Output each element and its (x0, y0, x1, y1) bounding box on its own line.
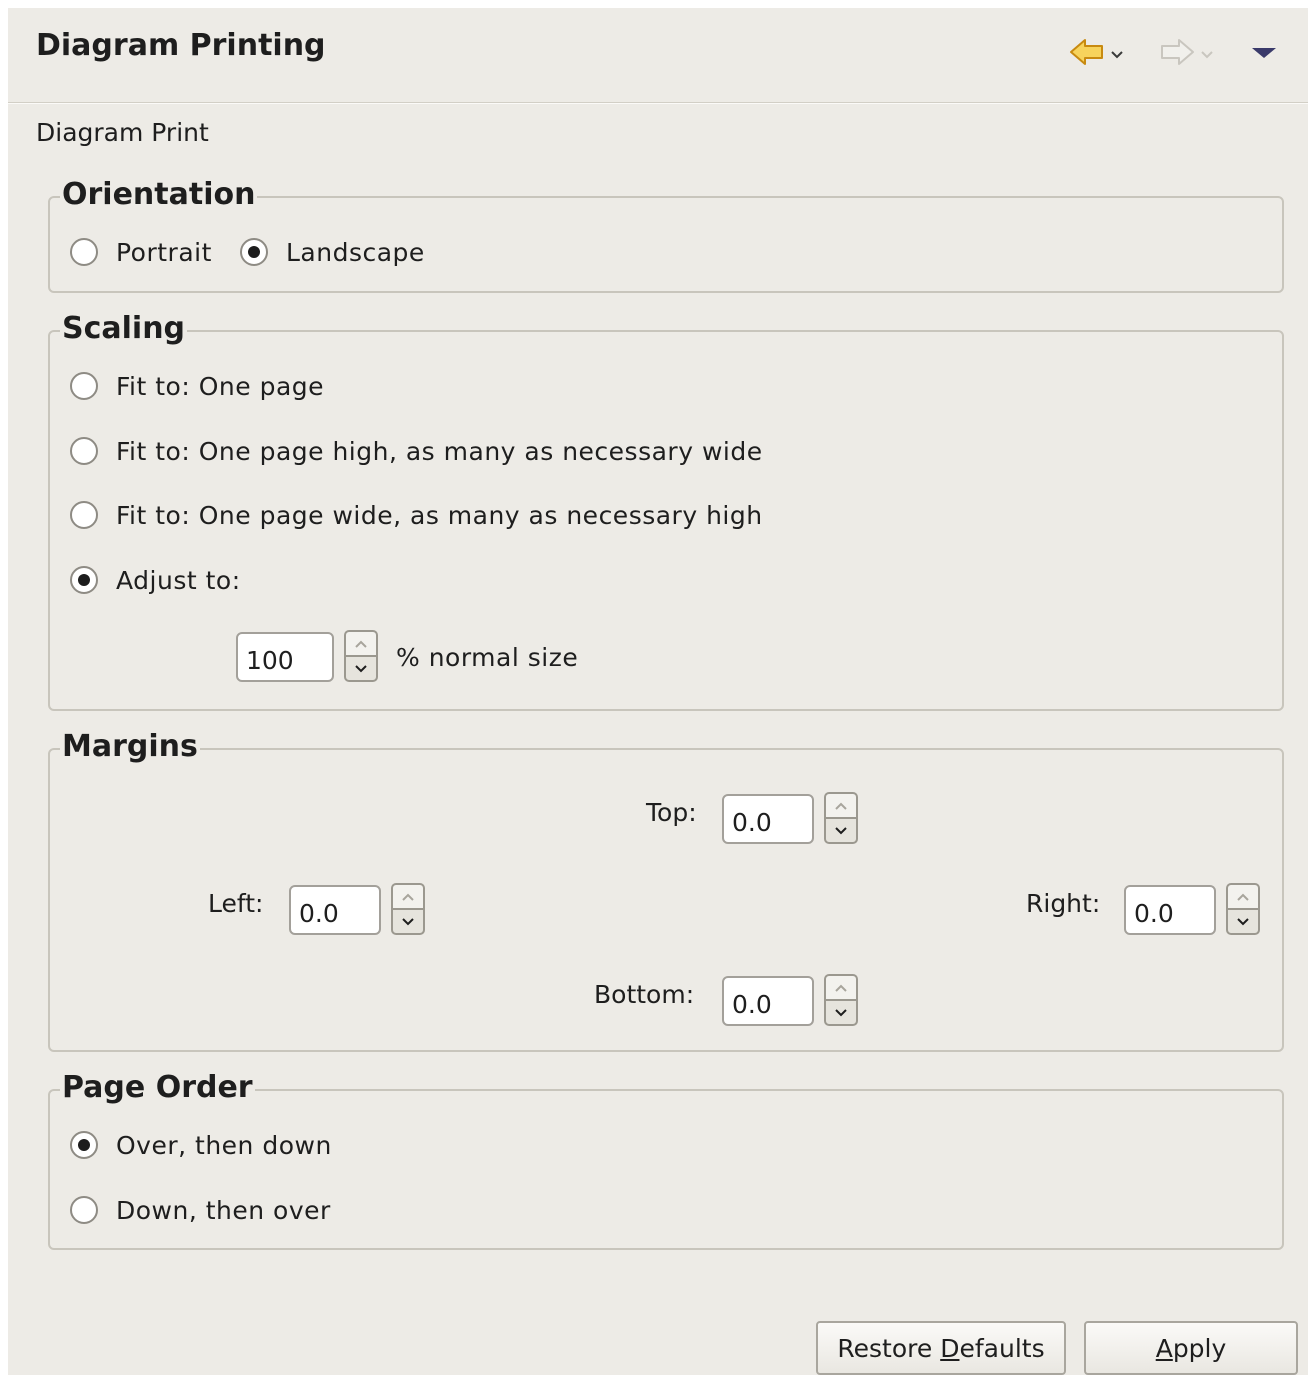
scaling-group: Scaling Fit to: One page Fit to: One pag… (48, 310, 1284, 711)
page-subtitle: Diagram Print (36, 118, 209, 147)
radio-button[interactable] (70, 501, 98, 529)
right-margin-spinner[interactable] (1226, 883, 1260, 937)
radio-button[interactable] (70, 372, 98, 400)
orientation-group: Orientation Portrait Landscape (48, 176, 1284, 293)
view-menu-button[interactable] (1250, 36, 1278, 72)
chevron-down-icon (835, 1008, 847, 1016)
chevron-up-icon (1237, 893, 1249, 901)
button-label-part: efaults (959, 1333, 1045, 1363)
chevron-up-icon (355, 640, 367, 648)
left-margin-spinner-group (289, 883, 425, 937)
spin-up-button[interactable] (344, 630, 378, 656)
forward-arrow-icon (1158, 35, 1196, 73)
radio-label: Landscape (286, 237, 425, 267)
radio-adjust-to[interactable]: Adjust to: (70, 563, 241, 597)
bottom-margin-spinner-group (722, 974, 858, 1028)
right-margin-label: Right: (1026, 889, 1101, 918)
page-order-legend: Page Order (60, 1069, 255, 1107)
percent-suffix-label: % normal size (396, 642, 579, 672)
back-arrow-icon (1068, 35, 1106, 73)
title-separator-highlight (8, 103, 1308, 104)
radio-label: Fit to: One page (116, 371, 325, 401)
radio-label: Fit to: One page wide, as many as necess… (116, 500, 763, 530)
button-mnemonic: A (1155, 1333, 1173, 1363)
left-margin-label: Left: (208, 889, 264, 918)
apply-button[interactable]: Apply (1084, 1321, 1298, 1375)
radio-portrait[interactable]: Portrait (70, 235, 212, 269)
radio-button[interactable] (70, 566, 98, 594)
radio-fit-one-page-high[interactable]: Fit to: One page high, as many as necess… (70, 434, 763, 468)
chevron-down-icon (1110, 45, 1124, 64)
bottom-margin-label: Bottom: (594, 980, 695, 1009)
back-button[interactable] (1068, 36, 1124, 72)
spin-down-button[interactable] (344, 656, 378, 682)
radio-button[interactable] (70, 1131, 98, 1159)
radio-down-then-over[interactable]: Down, then over (70, 1193, 331, 1227)
right-margin-input[interactable] (1124, 885, 1216, 935)
top-margin-label: Top: (646, 798, 697, 827)
scaling-legend: Scaling (60, 310, 188, 348)
view-menu-icon (1250, 44, 1278, 64)
chevron-up-icon (402, 893, 414, 901)
radio-button[interactable] (70, 1196, 98, 1224)
radio-over-then-down[interactable]: Over, then down (70, 1128, 332, 1162)
orientation-legend: Orientation (60, 176, 258, 214)
spin-up-button[interactable] (824, 974, 858, 1000)
radio-button[interactable] (70, 238, 98, 266)
spin-down-button[interactable] (1226, 909, 1260, 935)
radio-button[interactable] (240, 238, 268, 266)
radio-fit-one-page-wide[interactable]: Fit to: One page wide, as many as necess… (70, 498, 763, 532)
percent-input[interactable] (236, 632, 334, 682)
top-margin-spinner-group (722, 792, 858, 846)
chevron-up-icon (835, 802, 847, 810)
toolbar (1068, 36, 1288, 72)
percent-spinner-group: % normal size (236, 630, 578, 684)
left-margin-input[interactable] (289, 885, 381, 935)
chevron-down-icon (1237, 917, 1249, 925)
left-margin-spinner[interactable] (391, 883, 425, 937)
chevron-up-icon (835, 984, 847, 992)
spin-up-button[interactable] (391, 883, 425, 909)
chevron-down-icon (835, 826, 847, 834)
top-margin-input[interactable] (722, 794, 814, 844)
radio-label: Fit to: One page high, as many as necess… (116, 436, 763, 466)
bottom-margin-spinner[interactable] (824, 974, 858, 1028)
page-order-group: Page Order Over, then down Down, then ov… (48, 1069, 1284, 1250)
chevron-down-icon (402, 917, 414, 925)
spin-down-button[interactable] (391, 909, 425, 935)
radio-fit-one-page[interactable]: Fit to: One page (70, 369, 324, 403)
radio-label: Over, then down (116, 1130, 332, 1160)
right-margin-spinner-group (1124, 883, 1260, 937)
spin-down-button[interactable] (824, 818, 858, 844)
chevron-down-icon (1200, 45, 1214, 64)
radio-label: Adjust to: (116, 565, 241, 595)
radio-landscape[interactable]: Landscape (240, 235, 425, 269)
restore-defaults-button[interactable]: Restore Defaults (816, 1321, 1066, 1375)
margins-group: Margins Top: Left: Right: (48, 728, 1284, 1052)
percent-spinner[interactable] (344, 630, 378, 684)
spin-up-button[interactable] (824, 792, 858, 818)
button-mnemonic: D (940, 1333, 960, 1363)
chevron-down-icon (355, 664, 367, 672)
radio-label: Portrait (116, 237, 212, 267)
top-margin-spinner[interactable] (824, 792, 858, 846)
bottom-margin-input[interactable] (722, 976, 814, 1026)
page-title: Diagram Printing (36, 28, 326, 63)
radio-button[interactable] (70, 437, 98, 465)
forward-button[interactable] (1158, 36, 1214, 72)
spin-down-button[interactable] (824, 1000, 858, 1026)
radio-label: Down, then over (116, 1195, 331, 1225)
button-label-part: Restore (837, 1333, 941, 1363)
button-label-part: pply (1172, 1333, 1227, 1363)
margins-legend: Margins (60, 728, 200, 766)
spin-up-button[interactable] (1226, 883, 1260, 909)
